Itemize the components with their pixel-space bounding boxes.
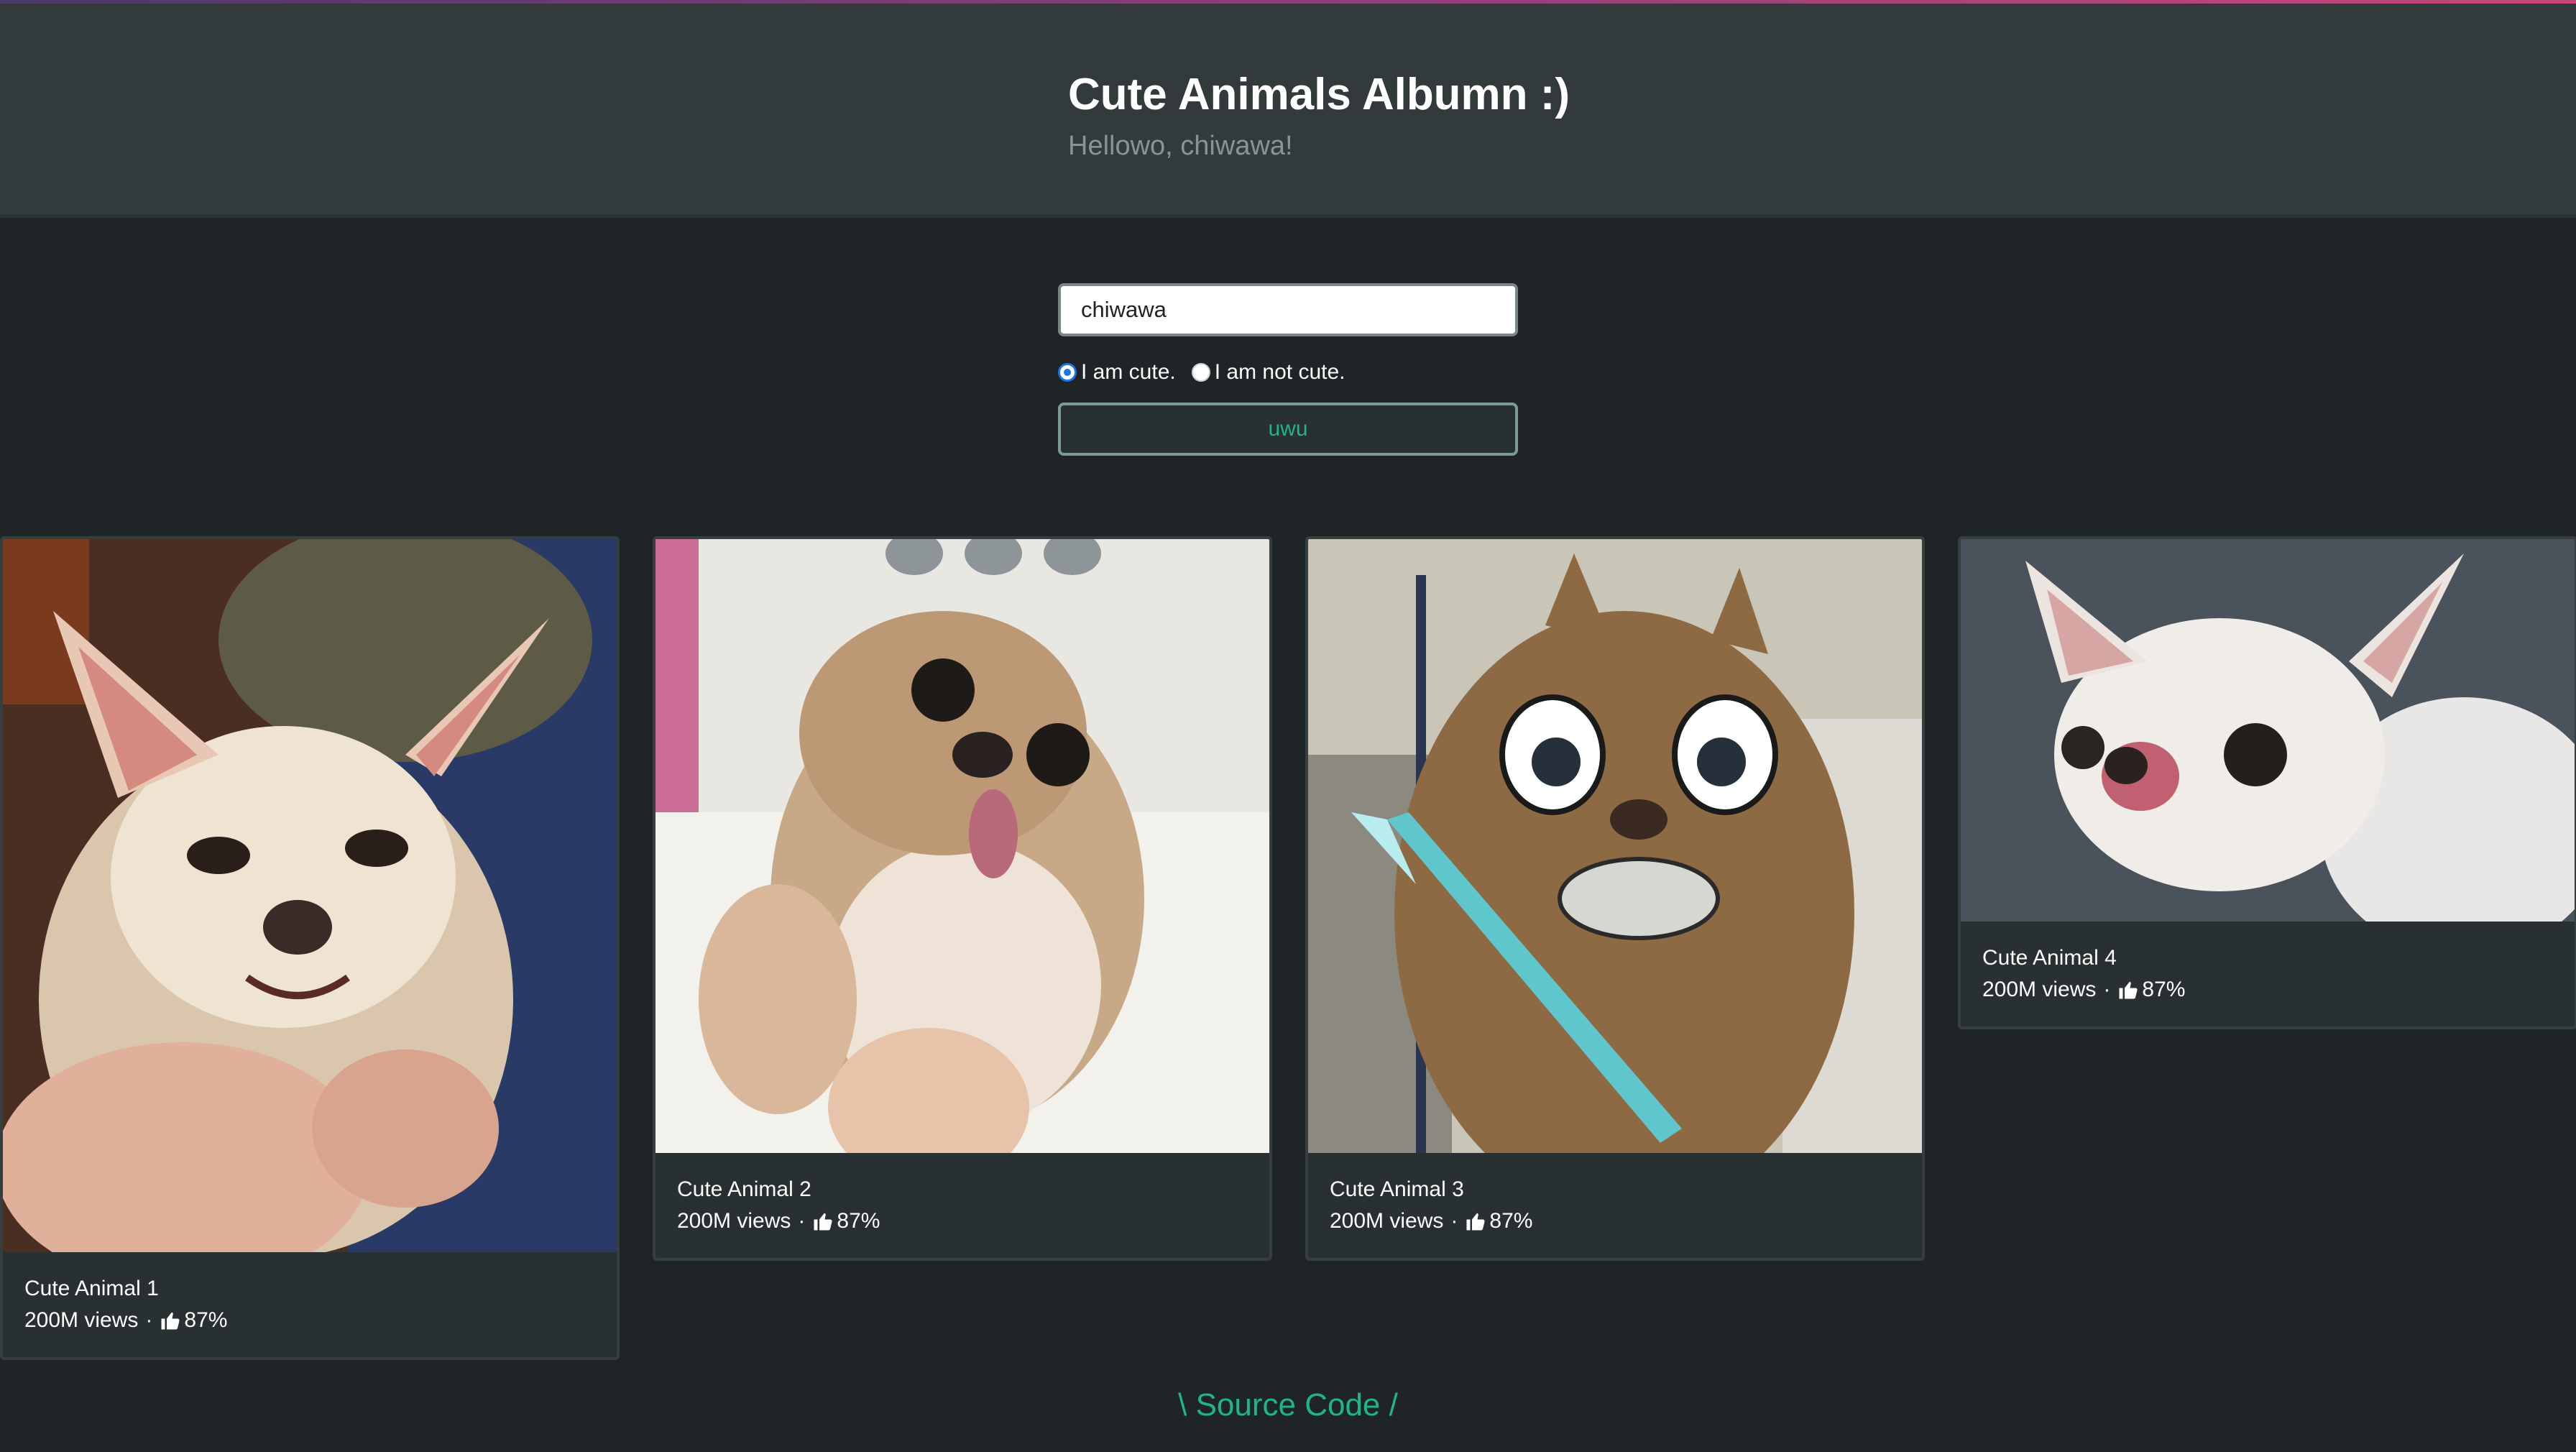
card-views: 200M views xyxy=(677,1209,791,1233)
card-title: Cute Animal 3 xyxy=(1330,1177,1464,1201)
name-input[interactable]: chiwawa xyxy=(1058,283,1518,336)
card-title: Cute Animal 2 xyxy=(677,1177,811,1201)
card-stats: 200M views · 87% xyxy=(24,1304,595,1337)
stats-separator: · xyxy=(1450,1209,1458,1233)
animal-photo-3 xyxy=(1308,539,1922,1153)
thumbs-up-icon xyxy=(814,1213,832,1231)
thumbs-up-icon xyxy=(2119,981,2138,999)
radio-not-cute[interactable] xyxy=(1191,363,1210,382)
card-stats: 200M views · 87% xyxy=(677,1205,1248,1238)
radio-cute-label[interactable]: I am cute. xyxy=(1081,360,1176,385)
card-views: 200M views xyxy=(24,1308,139,1332)
album-card[interactable]: Cute Animal 4 200M views · 87% xyxy=(1958,536,2576,1029)
card-views: 200M views xyxy=(1330,1209,1444,1233)
album-card[interactable]: Cute Animal 2 200M views · 87% xyxy=(653,536,1272,1261)
stats-separator: · xyxy=(798,1209,806,1233)
source-code-link[interactable]: \ Source Code / xyxy=(0,1387,2576,1423)
animal-photo-1 xyxy=(3,539,617,1252)
card-title: Cute Animal 4 xyxy=(1982,946,2117,970)
page-header: Cute Animals Albumn :) Hellowo, chiwawa! xyxy=(0,4,2576,218)
thumbs-up-icon xyxy=(161,1312,180,1330)
card-title: Cute Animal 1 xyxy=(24,1277,159,1300)
card-rating: 87% xyxy=(837,1209,880,1233)
animal-photo-2 xyxy=(656,539,1269,1153)
radio-cute[interactable] xyxy=(1058,363,1077,382)
submit-button[interactable]: uwu xyxy=(1058,403,1518,456)
cuteness-radio-group: I am cute. I am not cute. xyxy=(1058,357,1518,388)
cute-form: chiwawa I am cute. I am not cute. uwu xyxy=(1058,283,1518,456)
greeting-subtitle: Hellowo, chiwawa! xyxy=(1068,131,1293,161)
card-stats: 200M views · 87% xyxy=(1330,1205,1900,1238)
card-rating: 87% xyxy=(1489,1209,1533,1233)
radio-not-cute-label[interactable]: I am not cute. xyxy=(1215,360,1346,385)
thumbs-up-icon xyxy=(1466,1213,1485,1231)
card-stats: 200M views · 87% xyxy=(1982,973,2553,1006)
stats-separator: · xyxy=(2103,978,2111,1001)
card-rating: 87% xyxy=(2142,978,2186,1001)
album-card[interactable]: Cute Animal 3 200M views · 87% xyxy=(1305,536,1925,1261)
card-rating: 87% xyxy=(184,1308,228,1332)
page-title: Cute Animals Albumn :) xyxy=(1068,70,1570,119)
stats-separator: · xyxy=(145,1308,153,1332)
album-card[interactable]: Cute Animal 1 200M views · 87% xyxy=(0,536,620,1360)
card-views: 200M views xyxy=(1982,978,2097,1001)
animal-photo-4 xyxy=(1961,539,2575,922)
